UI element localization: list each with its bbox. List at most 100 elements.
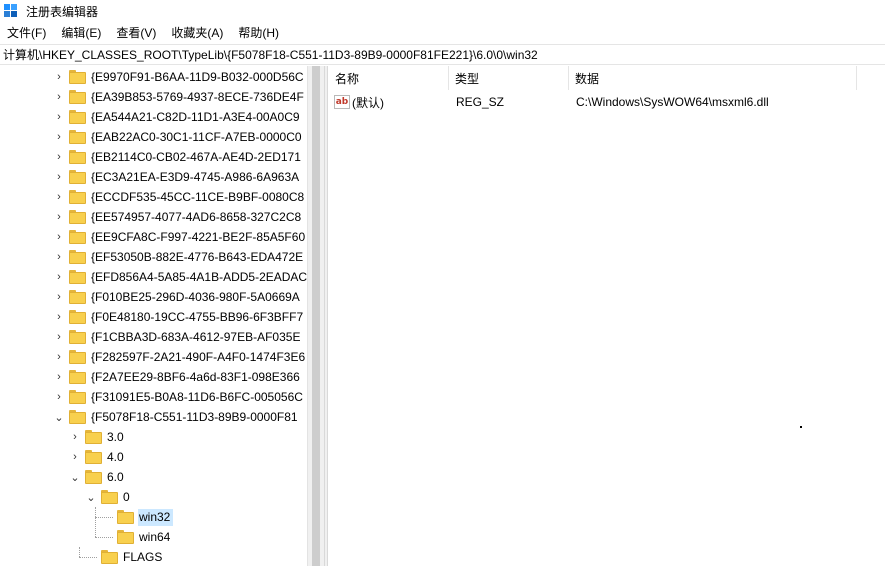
tree-item-label: {F282597F-2A21-490F-A4F0-1474F3E6 <box>91 349 306 364</box>
expander-chevron-icon[interactable]: › <box>53 127 65 147</box>
expander-spacer: › <box>73 431 77 443</box>
tree-item-typelib[interactable]: › {E9970F91-B6AA-11D9-B032-000D56C <box>53 67 307 87</box>
pane-splitter[interactable] <box>324 66 328 566</box>
folder-icon <box>69 290 86 304</box>
folder-icon <box>85 450 102 464</box>
tree-item-label: {EFD856A4-5A85-4A1B-ADD5-2EADAC <box>91 269 307 284</box>
value-name: (默认) <box>352 95 384 110</box>
tree-item-label: win32 <box>138 508 174 526</box>
expander-chevron-icon[interactable]: › <box>53 187 65 207</box>
value-list[interactable]: 名称 类型 数据 ab (默认) REG_SZ C:\Windows\SysWO… <box>329 66 885 566</box>
expander-chevron-icon[interactable]: › <box>53 367 65 387</box>
menu-help[interactable]: 帮助(H) <box>231 24 287 41</box>
tree-item-typelib[interactable]: › {EE9CFA8C-F997-4221-BE2F-85A5F60 <box>53 227 307 247</box>
expander-spacer: ⌄ <box>86 491 96 504</box>
expander-chevron-icon[interactable]: › <box>53 87 65 107</box>
tree-item-typelib[interactable]: › {ECCDF535-45CC-11CE-B9BF-0080C8 <box>53 187 307 207</box>
expander-chevron-icon[interactable]: › <box>53 227 65 247</box>
expander-chevron-icon[interactable]: › <box>53 387 65 407</box>
folder-icon <box>69 150 86 164</box>
address-bar[interactable]: 计算机\HKEY_CLASSES_ROOT\TypeLib\{F5078F18-… <box>0 44 885 65</box>
tree-connector-line <box>79 557 97 558</box>
tree-item-typelib[interactable]: › {F0E48180-19CC-4755-BB96-6F3BFF7 <box>53 307 306 327</box>
column-header-data[interactable]: 数据 <box>569 66 857 90</box>
tree-item-typelib[interactable]: › {EA544A21-C82D-11D1-A3E4-00A0C9 <box>53 107 303 127</box>
tree-item-flags[interactable]: FLAGS <box>85 547 165 566</box>
menu-bar: 文件(F) 编辑(E) 查看(V) 收藏夹(A) 帮助(H) <box>0 22 885 42</box>
tree-connector-line <box>95 517 113 518</box>
tree-item-label: {EA544A21-C82D-11D1-A3E4-00A0C9 <box>91 109 300 124</box>
folder-icon <box>69 270 86 284</box>
tree-item-label: win64 <box>139 529 171 544</box>
folder-icon <box>69 190 86 204</box>
folder-icon <box>69 170 86 184</box>
menu-edit[interactable]: 编辑(E) <box>54 24 109 41</box>
menu-view[interactable]: 查看(V) <box>109 24 164 41</box>
tree-item-label: {EC3A21EA-E3D9-4745-A986-6A963A <box>91 169 300 184</box>
folder-icon <box>69 130 86 144</box>
expander-chevron-icon[interactable]: ⌄ <box>53 407 65 427</box>
tree-item-label: {EA39B853-5769-4937-8ECE-736DE4F <box>91 89 304 104</box>
tree-item-typelib[interactable]: › {EAB22AC0-30C1-11CF-A7EB-0000C0 <box>53 127 305 147</box>
tree-item-typelib[interactable]: › {F282597F-2A21-490F-A4F0-1474F3E6 <box>53 347 307 367</box>
tree-item-label: 3.0 <box>107 429 124 444</box>
folder-icon <box>69 330 86 344</box>
key-tree[interactable]: › {E9970F91-B6AA-11D9-B032-000D56C › {EA39B… <box>0 66 307 566</box>
menu-file[interactable]: 文件(F) <box>0 24 54 41</box>
tree-item-typelib[interactable]: › {EF53050B-882E-4776-B643-EDA472E <box>53 247 306 267</box>
expander-chevron-icon[interactable]: › <box>53 287 65 307</box>
tree-item-typelib[interactable]: › {F2A7EE29-8BF6-4a6d-83F1-098E366 <box>53 367 303 387</box>
tree-connector-line <box>95 507 96 537</box>
tree-scrollbar[interactable] <box>307 66 324 566</box>
tree-connector-line <box>79 547 80 557</box>
address-path[interactable]: 计算机\HKEY_CLASSES_ROOT\TypeLib\{F5078F18-… <box>3 46 538 63</box>
column-header-type[interactable]: 类型 <box>449 66 569 90</box>
tree-item-3-0[interactable]: › 3.0 <box>69 427 127 447</box>
expander-chevron-icon[interactable]: › <box>53 207 65 227</box>
expander-chevron-icon[interactable]: › <box>53 67 65 87</box>
window-title: 注册表编辑器 <box>26 4 99 19</box>
expander-chevron-icon[interactable]: › <box>53 307 65 327</box>
tree-item-typelib[interactable]: › {EB2114C0-CB02-467A-AE4D-2ED171 <box>53 147 304 167</box>
tree-item-typelib[interactable]: › {EE574957-4077-4AD6-8658-327C2C8 <box>53 207 304 227</box>
expander-spacer: ⌄ <box>70 471 80 484</box>
folder-icon <box>69 370 86 384</box>
expander-chevron-icon[interactable]: › <box>53 327 65 347</box>
folder-icon <box>69 90 86 104</box>
tree-item-4-0[interactable]: › 4.0 <box>69 447 127 467</box>
tree-item-0[interactable]: ⌄ 0 <box>85 487 133 507</box>
tree-item-typelib[interactable]: ⌄ {F5078F18-C551-11D3-89B9-0000F81 <box>53 407 301 427</box>
tree-item-typelib[interactable]: › {F010BE25-296D-4036-980F-5A0669A <box>53 287 303 307</box>
folder-open-icon <box>85 470 102 484</box>
expander-chevron-icon[interactable]: › <box>53 147 65 167</box>
value-row[interactable]: ab (默认) REG_SZ C:\Windows\SysWOW64\msxml… <box>329 92 885 112</box>
menu-favorites[interactable]: 收藏夹(A) <box>164 24 231 41</box>
tree-item-typelib[interactable]: › {EC3A21EA-E3D9-4745-A986-6A963A <box>53 167 302 187</box>
expander-chevron-icon[interactable]: › <box>53 107 65 127</box>
tree-item-typelib[interactable]: › {EA39B853-5769-4937-8ECE-736DE4F <box>53 87 307 107</box>
tree-item-label: {EAB22AC0-30C1-11CF-A7EB-0000C0 <box>91 129 302 144</box>
tree-item-label: {EF53050B-882E-4776-B643-EDA472E <box>91 249 304 264</box>
expander-chevron-icon[interactable]: › <box>53 267 65 287</box>
column-header-name[interactable]: 名称 <box>329 66 449 90</box>
tree-scrollbar-thumb[interactable] <box>312 66 320 566</box>
tree-item-typelib[interactable]: › {EFD856A4-5A85-4A1B-ADD5-2EADAC <box>53 267 307 287</box>
tree-item-label: 0 <box>123 489 130 504</box>
expander-chevron-icon[interactable]: › <box>53 347 65 367</box>
tree-item-label: 4.0 <box>107 449 124 464</box>
tree-item-label: {E9970F91-B6AA-11D9-B032-000D56C <box>91 69 304 84</box>
folder-open-icon <box>101 490 118 504</box>
folder-icon <box>117 510 134 524</box>
folder-icon <box>69 350 86 364</box>
value-data: C:\Windows\SysWOW64\msxml6.dll <box>576 95 769 109</box>
tree-item-label: {F010BE25-296D-4036-980F-5A0669A <box>91 289 300 304</box>
tree-item-label: {F5078F18-C551-11D3-89B9-0000F81 <box>91 409 298 424</box>
expander-chevron-icon[interactable]: › <box>53 247 65 267</box>
folder-icon <box>85 430 102 444</box>
folder-icon <box>101 550 118 564</box>
tree-item-6-0[interactable]: ⌄ 6.0 <box>69 467 127 487</box>
tree-item-typelib[interactable]: › {F1CBBA3D-683A-4612-97EB-AF035E <box>53 327 303 347</box>
expander-chevron-icon[interactable]: › <box>53 167 65 187</box>
tree-connector-line <box>95 537 113 538</box>
tree-item-typelib[interactable]: › {F31091E5-B0A8-11D6-B6FC-005056C <box>53 387 306 407</box>
